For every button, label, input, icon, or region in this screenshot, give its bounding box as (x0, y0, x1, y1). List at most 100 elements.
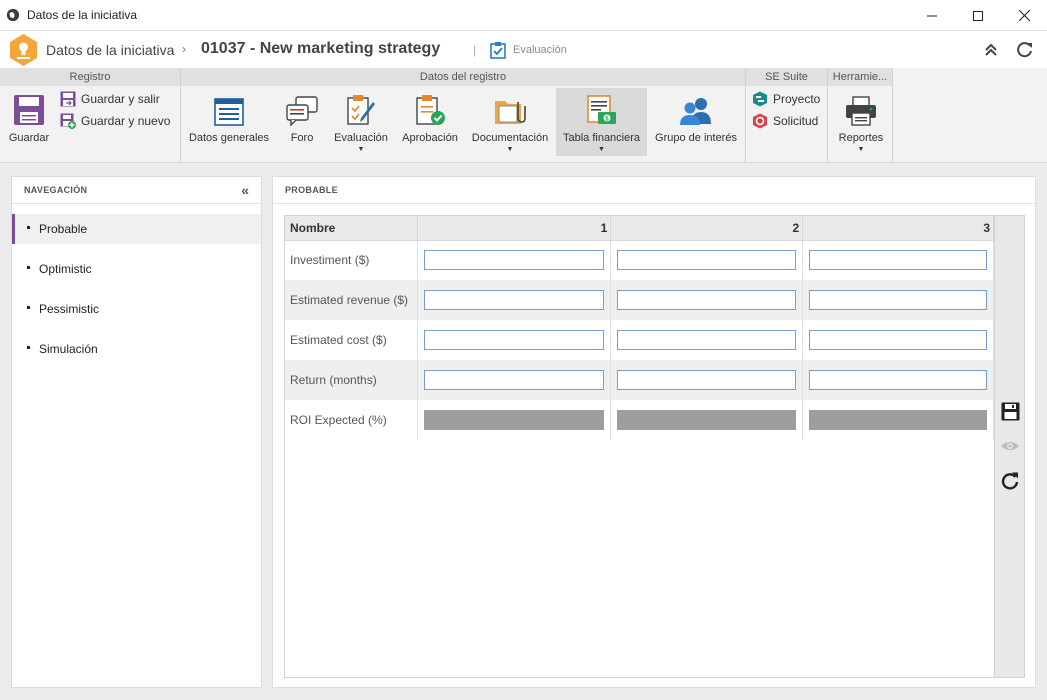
refresh-grid-button[interactable] (1000, 471, 1020, 491)
solicitud-label: Solicitud (773, 114, 819, 128)
ribbon-toolbar: Registro Datos del registro SE Suite Her… (0, 68, 1047, 163)
chat-bubbles-icon (286, 96, 318, 126)
close-button[interactable] (1001, 0, 1047, 31)
save-and-exit-button[interactable]: Guardar y salir (60, 89, 160, 109)
close-icon (1018, 10, 1030, 21)
save-new-icon (60, 113, 76, 129)
nav-item-probable[interactable]: Probable (12, 214, 261, 244)
nav-item-label: Probable (39, 222, 88, 236)
maximize-button[interactable] (955, 0, 1001, 31)
dropdown-caret-icon: ▼ (598, 146, 605, 153)
table-row-revenue: Estimated revenue ($) (285, 280, 994, 320)
row-label: Estimated revenue ($) (285, 280, 419, 320)
cost-input-1[interactable] (424, 330, 605, 350)
floppy-disk-icon (1001, 402, 1019, 420)
evaluacion-button[interactable]: Evaluación ▼ (330, 88, 392, 156)
collapse-panel-icon[interactable]: « (241, 182, 249, 198)
row-label: Estimated cost ($) (285, 320, 419, 360)
foro-button[interactable]: Foro (280, 88, 324, 156)
table-header-row: Nombre 1 2 3 (285, 216, 994, 241)
refresh-header-button[interactable] (1014, 39, 1036, 61)
tabla-financiera-label: Tabla financiera (562, 132, 641, 144)
minimize-icon (927, 15, 937, 16)
solicitud-button[interactable]: Solicitud (752, 111, 818, 131)
revenue-input-2[interactable] (617, 290, 797, 310)
foro-label: Foro (290, 132, 314, 144)
roi-readonly-cell-2 (617, 410, 797, 430)
revenue-input-3[interactable] (809, 290, 987, 310)
column-header-3: 3 (802, 216, 994, 241)
users-group-icon (680, 98, 711, 125)
view-grid-button[interactable] (1000, 436, 1020, 456)
documentacion-label: Documentación (471, 132, 549, 144)
clipboard-approved-icon (416, 95, 445, 125)
record-header: Datos de la iniciativa › 01037 - New mar… (0, 31, 1047, 68)
aprobacion-button[interactable]: Aprobación (398, 88, 462, 156)
save-and-exit-label: Guardar y salir (81, 92, 160, 106)
window-title: Datos de la iniciativa (27, 8, 138, 22)
roi-readonly-cell-3 (809, 410, 987, 430)
clipboard-check-icon (490, 42, 506, 59)
investment-input-2[interactable] (617, 250, 797, 271)
revenue-input-1[interactable] (424, 290, 605, 310)
roi-readonly-cell-1 (424, 410, 605, 430)
eye-icon (1001, 442, 1019, 450)
proyecto-button[interactable]: Proyecto (752, 89, 820, 109)
collapse-header-button[interactable] (980, 39, 1002, 61)
save-and-new-button[interactable]: Guardar y nuevo (60, 111, 170, 131)
bullet-icon (27, 346, 30, 349)
grupo-interes-label: Grupo de interés (655, 132, 737, 144)
save-grid-button[interactable] (1000, 401, 1020, 421)
row-label: Investiment ($) (285, 240, 419, 280)
nav-item-simulacion[interactable]: Simulación (12, 334, 261, 364)
grid-side-toolbar (994, 216, 1024, 677)
cost-input-2[interactable] (617, 330, 797, 350)
record-title: 01037 - New marketing strategy (201, 40, 441, 57)
return-input-1[interactable] (424, 370, 605, 390)
save-button[interactable]: Guardar (6, 88, 52, 156)
financial-table: Nombre 1 2 3 Investiment ($) Estimated r… (285, 216, 994, 440)
documentacion-button[interactable]: Documentación ▼ (468, 88, 552, 156)
grupo-interes-button[interactable]: Grupo de interés (651, 88, 741, 156)
floppy-disk-icon (14, 95, 44, 125)
table-row-roi: ROI Expected (%) (285, 400, 994, 440)
breadcrumb-root[interactable]: Datos de la iniciativa (46, 42, 174, 58)
evaluacion-label: Evaluación (334, 132, 388, 144)
return-input-3[interactable] (809, 370, 987, 390)
investment-input-1[interactable] (424, 250, 605, 271)
column-header-1: 1 (417, 216, 612, 241)
reportes-button[interactable]: Reportes ▼ (834, 88, 888, 156)
save-and-new-label: Guardar y nuevo (81, 114, 171, 128)
app-globe-icon (6, 8, 20, 22)
navigation-panel: NAVEGACIÓN « Probable Optimistic Pessimi… (11, 176, 262, 688)
bullet-icon (27, 306, 30, 309)
navigation-title: NAVEGACIÓN (12, 177, 261, 204)
double-chevron-up-icon (985, 44, 997, 56)
dropdown-caret-icon: ▼ (857, 146, 865, 153)
table-row-cost: Estimated cost ($) (285, 320, 994, 360)
nav-item-optimistic[interactable]: Optimistic (12, 254, 261, 284)
dropdown-caret-icon: ▼ (506, 146, 514, 153)
minimize-button[interactable] (909, 0, 955, 31)
window-titlebar: Datos de la iniciativa (0, 0, 1047, 31)
tabla-financiera-button[interactable]: $ Tabla financiera ▼ (556, 88, 647, 156)
column-header-2: 2 (610, 216, 804, 241)
save-exit-icon (60, 91, 76, 107)
reportes-label: Reportes (838, 132, 884, 144)
nav-item-label: Simulación (39, 342, 98, 356)
aprobacion-label: Aprobación (402, 132, 458, 144)
nav-item-pessimistic[interactable]: Pessimistic (12, 294, 261, 324)
maximize-icon (973, 10, 983, 21)
investment-input-3[interactable] (809, 250, 987, 271)
nav-item-label: Pessimistic (39, 302, 100, 316)
row-label: Return (months) (285, 360, 419, 400)
printer-icon (846, 96, 876, 126)
save-label: Guardar (8, 132, 50, 144)
scenario-title: PROBABLE (273, 177, 1035, 204)
datos-generales-button[interactable]: Datos generales (184, 88, 274, 156)
cost-input-3[interactable] (809, 330, 987, 350)
financial-sheet-icon: $ (586, 95, 616, 124)
return-input-2[interactable] (617, 370, 797, 390)
breadcrumb-chevron-icon: › (182, 42, 186, 56)
ribbon-group-datos: Datos del registro (181, 68, 745, 86)
